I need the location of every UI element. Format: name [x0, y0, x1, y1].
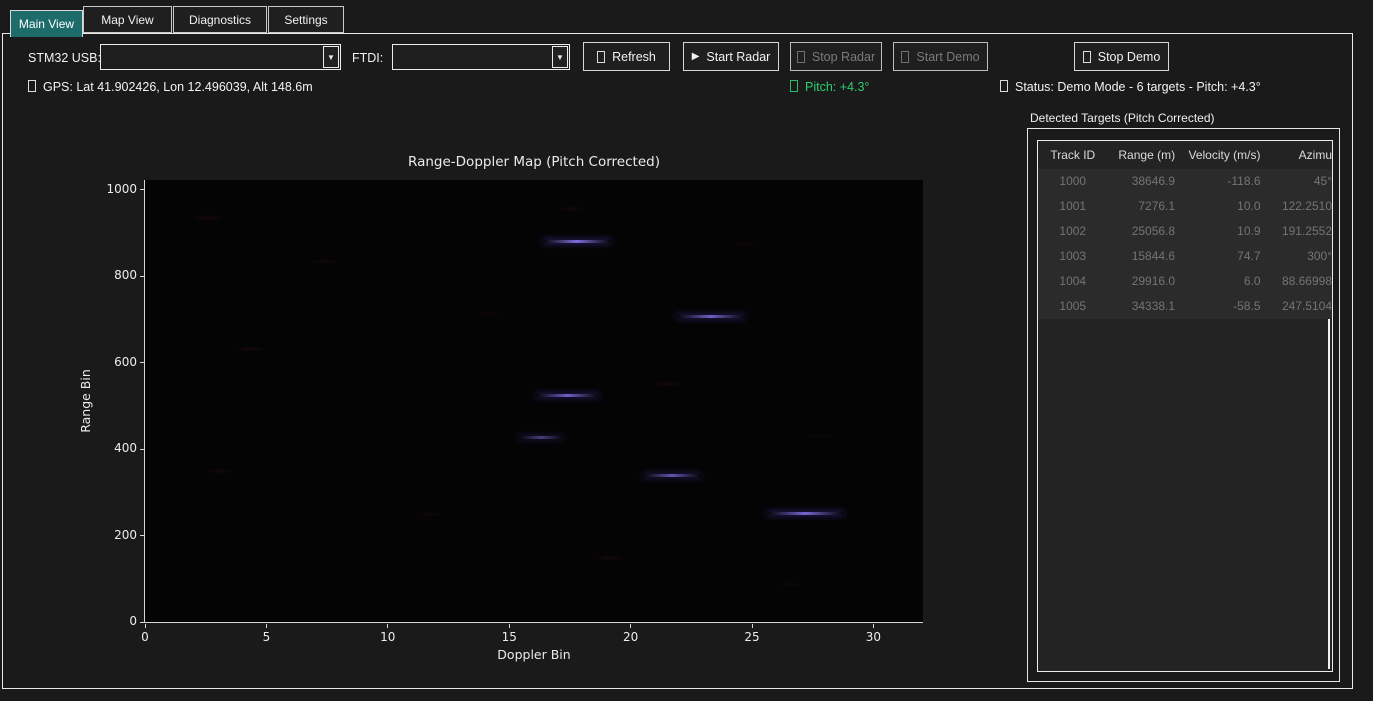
- tab-diagnostics[interactable]: Diagnostics: [173, 6, 267, 33]
- tab-page-frame: [2, 33, 1353, 689]
- tab-map-view[interactable]: Map View: [83, 6, 172, 33]
- tab-main-view[interactable]: Main View: [10, 10, 83, 37]
- tab-settings[interactable]: Settings: [268, 6, 344, 33]
- app-window: Main ViewMap ViewDiagnosticsSettings STM…: [0, 0, 1373, 701]
